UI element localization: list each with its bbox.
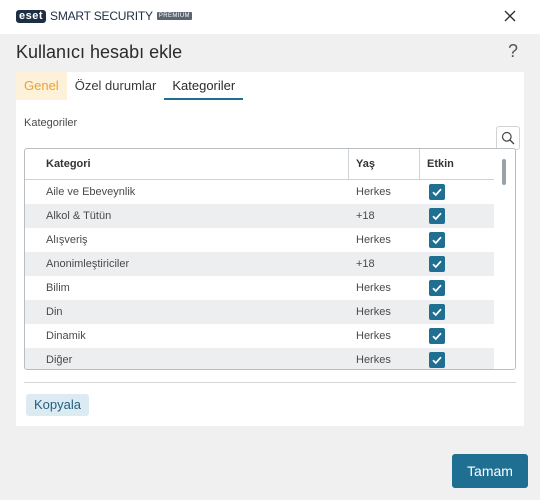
category-name: Alışveriş (46, 234, 88, 246)
product-name: SMART SECURITY (50, 9, 153, 23)
edition-badge: PREMIUM (156, 12, 192, 20)
age-rating: Herkes (356, 306, 391, 318)
categories-table: Kategori Yaş Etkin Aile ve Ebeveynlik He… (24, 148, 516, 370)
table-header: Kategori Yaş Etkin (25, 149, 495, 180)
table-row[interactable]: Din Herkes (25, 300, 495, 324)
table-row[interactable]: Diğer Herkes (25, 348, 495, 369)
enabled-checkbox[interactable] (429, 232, 445, 248)
tab-kategoriler[interactable]: Kategoriler (164, 72, 244, 100)
category-name: Din (46, 306, 63, 318)
table-body: Aile ve Ebeveynlik Herkes Alkol & Tütün … (25, 180, 495, 369)
age-rating: +18 (356, 258, 375, 270)
column-header-kategori[interactable]: Kategori (46, 149, 91, 180)
category-name: Dinamik (46, 330, 86, 342)
page-title: Kullanıcı hesabı ekle (16, 42, 183, 62)
copy-button[interactable]: Kopyala (26, 394, 89, 416)
table-row[interactable]: Alışveriş Herkes (25, 228, 495, 252)
age-rating: Herkes (356, 186, 391, 198)
scrollbar-thumb[interactable] (502, 159, 506, 185)
column-divider (348, 149, 349, 180)
close-button[interactable] (502, 8, 518, 24)
age-rating: Herkes (356, 330, 391, 342)
content-panel: Genel Özel durumlar Kategoriler Kategori… (16, 72, 524, 426)
vertical-scrollbar[interactable] (494, 149, 515, 369)
checkmark-icon (432, 236, 442, 245)
category-name: Anonimleştiriciler (46, 258, 130, 270)
tab-genel[interactable]: Genel (16, 72, 67, 100)
table-row[interactable]: Dinamik Herkes (25, 324, 495, 348)
brand-mark: eset (16, 9, 47, 23)
checkmark-icon (432, 188, 442, 197)
column-header-etkin[interactable]: Etkin (427, 149, 454, 180)
tab-ozel-durumlar[interactable]: Özel durumlar (67, 72, 165, 100)
table-row[interactable]: Alkol & Tütün +18 (25, 204, 495, 228)
checkmark-icon (432, 308, 442, 317)
enabled-checkbox[interactable] (429, 208, 445, 224)
section-label: Kategoriler (24, 117, 78, 129)
tab-bar: Genel Özel durumlar Kategoriler (16, 72, 244, 100)
checkmark-icon (432, 284, 442, 293)
table-row[interactable]: Anonimleştiriciler +18 (25, 252, 495, 276)
checkmark-icon (432, 212, 442, 221)
enabled-checkbox[interactable] (429, 352, 445, 368)
age-rating: Herkes (356, 354, 391, 366)
help-icon[interactable]: ? (508, 41, 518, 62)
column-header-yas[interactable]: Yaş (356, 149, 375, 180)
checkmark-icon (432, 260, 442, 269)
column-divider (419, 149, 420, 180)
ok-button[interactable]: Tamam (452, 454, 528, 488)
age-rating: Herkes (356, 234, 391, 246)
enabled-checkbox[interactable] (429, 280, 445, 296)
enabled-checkbox[interactable] (429, 304, 445, 320)
search-button[interactable] (496, 126, 520, 150)
close-icon (504, 10, 516, 22)
table-row[interactable]: Bilim Herkes (25, 276, 495, 300)
title-bar: eset SMART SECURITY PREMIUM (0, 0, 540, 34)
checkmark-icon (432, 356, 442, 365)
category-name: Diğer (46, 354, 73, 366)
table-row[interactable]: Aile ve Ebeveynlik Herkes (25, 180, 495, 204)
age-rating: Herkes (356, 282, 391, 294)
checkmark-icon (432, 332, 442, 341)
enabled-checkbox[interactable] (429, 184, 445, 200)
eset-logo: eset SMART SECURITY PREMIUM (16, 9, 192, 23)
enabled-checkbox[interactable] (429, 256, 445, 272)
category-name: Aile ve Ebeveynlik (46, 186, 136, 198)
age-rating: +18 (356, 210, 375, 222)
enabled-checkbox[interactable] (429, 328, 445, 344)
divider (24, 382, 516, 383)
search-icon (501, 131, 515, 145)
category-name: Bilim (46, 282, 70, 294)
category-name: Alkol & Tütün (46, 210, 112, 222)
